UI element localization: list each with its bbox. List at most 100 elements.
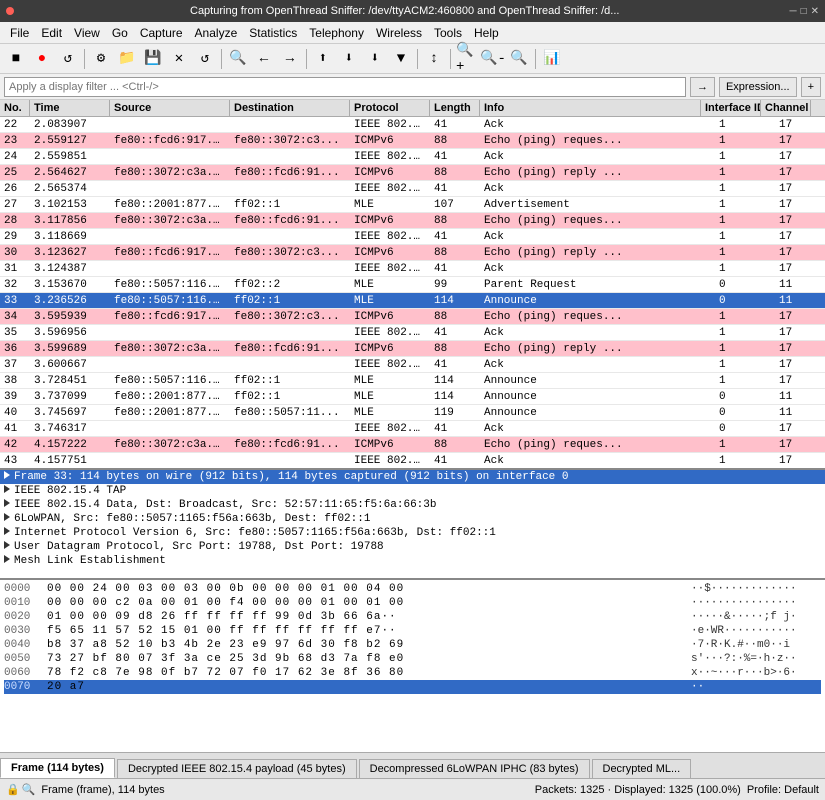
expand-arrow-icon [4, 471, 10, 483]
col-header-info[interactable]: Info [480, 100, 701, 116]
expand-arrow-icon [4, 485, 10, 497]
menu-item-tools[interactable]: Tools [428, 24, 468, 42]
scroll-up-button[interactable]: ⬆ [311, 47, 335, 71]
minimize-button[interactable]: ─ [789, 6, 796, 17]
table-row[interactable]: 383.728451fe80::5057:116...ff02::1MLE114… [0, 373, 825, 389]
packets-count: Packets: 1325 · Displayed: 1325 (100.0%) [535, 784, 741, 796]
zoom-out-button[interactable]: 🔍- [481, 47, 505, 71]
graph-button[interactable]: 📊 [540, 47, 564, 71]
toolbar-sep2 [221, 49, 222, 69]
table-row[interactable]: 303.123627fe80::fcd6:917...fe80::3072:c3… [0, 245, 825, 261]
table-row[interactable]: 323.153670fe80::5057:116...ff02::2MLE99P… [0, 277, 825, 293]
col-header-protocol[interactable]: Protocol [350, 100, 430, 116]
col-header-source[interactable]: Source [110, 100, 230, 116]
hex-row: 006078 f2 c8 7e 98 0f b7 72 07 f0 17 62 … [4, 666, 821, 680]
refresh-button[interactable]: ↺ [193, 47, 217, 71]
table-row[interactable]: 373.600667IEEE 802.15.441Ack117 [0, 357, 825, 373]
maximize-button[interactable]: □ [801, 6, 807, 17]
col-header-time[interactable]: Time [30, 100, 110, 116]
table-row[interactable]: 273.102153fe80::2001:877...ff02::1MLE107… [0, 197, 825, 213]
packet-list: No. Time Source Destination Protocol Len… [0, 100, 825, 470]
hex-row: 007020 a7·· [4, 680, 821, 694]
hex-row: 002001 00 00 09 d8 26 ff ff ff ff 99 0d … [4, 610, 821, 624]
table-row[interactable]: 363.599689fe80::3072:c3a...fe80::fcd6:91… [0, 341, 825, 357]
bottom-tab[interactable]: Decompressed 6LoWPAN IPHC (83 bytes) [359, 759, 590, 778]
table-row[interactable]: 283.117856fe80::3072:c3a...fe80::fcd6:91… [0, 213, 825, 229]
bottom-tab[interactable]: Decrypted ML... [592, 759, 692, 778]
reload-button[interactable]: ↺ [56, 47, 80, 71]
detail-row[interactable]: 6LoWPAN, Src: fe80::5057:1165:f56a:663b,… [0, 512, 825, 526]
forward-button[interactable]: → [278, 47, 302, 71]
menu-item-analyze[interactable]: Analyze [189, 24, 244, 42]
menu-item-help[interactable]: Help [468, 24, 505, 42]
filter-input[interactable] [4, 77, 686, 97]
colorize-button[interactable]: ▼ [389, 47, 413, 71]
zoom-in-button[interactable]: 🔍+ [455, 47, 479, 71]
hex-dump: 000000 00 24 00 03 00 03 00 0b 00 00 00 … [0, 580, 825, 752]
table-row[interactable]: 393.737099fe80::2001:877...ff02::1MLE114… [0, 389, 825, 405]
col-header-channel[interactable]: Channel [761, 100, 811, 116]
detail-row[interactable]: User Datagram Protocol, Src Port: 19788,… [0, 540, 825, 554]
col-header-no[interactable]: No. [0, 100, 30, 116]
detail-row[interactable]: Frame 33: 114 bytes on wire (912 bits), … [0, 470, 825, 484]
save-button[interactable]: 💾 [141, 47, 165, 71]
bottom-tab[interactable]: Frame (114 bytes) [0, 758, 115, 778]
table-row[interactable]: 222.083907IEEE 802.15.441Ack117 [0, 117, 825, 133]
frame-info: Frame (frame), 114 bytes [41, 784, 528, 796]
menu-item-file[interactable]: File [4, 24, 35, 42]
settings-button[interactable]: ⚙ [89, 47, 113, 71]
menu-item-telephony[interactable]: Telephony [303, 24, 370, 42]
zoom-reset-button[interactable]: 🔍 [507, 47, 531, 71]
detail-row[interactable]: IEEE 802.15.4 TAP [0, 484, 825, 498]
table-row[interactable]: 232.559127fe80::fcd6:917...fe80::3072:c3… [0, 133, 825, 149]
close-button[interactable]: ✕ [811, 6, 819, 17]
detail-row[interactable]: IEEE 802.15.4 Data, Dst: Broadcast, Src:… [0, 498, 825, 512]
filter-arrow-button[interactable]: → [690, 77, 715, 97]
table-row[interactable]: 313.124387IEEE 802.15.441Ack117 [0, 261, 825, 277]
expand-arrow-icon [4, 527, 10, 539]
col-header-interface[interactable]: Interface ID [701, 100, 761, 116]
packet-list-scroll[interactable]: 222.083907IEEE 802.15.441Ack117232.55912… [0, 117, 825, 468]
menu-item-edit[interactable]: Edit [35, 24, 68, 42]
table-row[interactable]: 333.236526fe80::5057:116...ff02::1MLE114… [0, 293, 825, 309]
expand-arrow-icon [4, 555, 10, 567]
packet-details: Frame 33: 114 bytes on wire (912 bits), … [0, 470, 825, 580]
table-row[interactable]: 343.595939fe80::fcd6:917...fe80::3072:c3… [0, 309, 825, 325]
table-row[interactable]: 242.559851IEEE 802.15.441Ack117 [0, 149, 825, 165]
zoom-fit-button[interactable]: ↕ [422, 47, 446, 71]
record-button[interactable]: ● [30, 47, 54, 71]
find-button[interactable]: 🔍 [226, 47, 250, 71]
stop-button[interactable]: ■ [4, 47, 28, 71]
profile-info: Profile: Default [747, 784, 819, 796]
table-row[interactable]: 424.157222fe80::3072:c3a...fe80::fcd6:91… [0, 437, 825, 453]
menu-item-wireless[interactable]: Wireless [370, 24, 428, 42]
hex-row: 000000 00 24 00 03 00 03 00 0b 00 00 00 … [4, 582, 821, 596]
table-row[interactable]: 293.118669IEEE 802.15.441Ack117 [0, 229, 825, 245]
bottom-tab[interactable]: Decrypted IEEE 802.15.4 payload (45 byte… [117, 759, 357, 778]
menu-item-view[interactable]: View [68, 24, 106, 42]
table-row[interactable]: 413.746317IEEE 802.15.441Ack017 [0, 421, 825, 437]
col-header-length[interactable]: Length [430, 100, 480, 116]
menu-item-statistics[interactable]: Statistics [243, 24, 303, 42]
autoscroll-button[interactable]: ⬇ [363, 47, 387, 71]
table-row[interactable]: 353.596956IEEE 802.15.441Ack117 [0, 325, 825, 341]
table-row[interactable]: 403.745697fe80::2001:877...fe80::5057:11… [0, 405, 825, 421]
filter-bar: → Expression... + [0, 74, 825, 100]
table-row[interactable]: 434.157751IEEE 802.15.441Ack117 [0, 453, 825, 468]
open-button[interactable]: 📁 [115, 47, 139, 71]
detail-row[interactable]: Internet Protocol Version 6, Src: fe80::… [0, 526, 825, 540]
status-icons: 🔒 🔍 [6, 783, 35, 796]
table-row[interactable]: 262.565374IEEE 802.15.441Ack117 [0, 181, 825, 197]
menu-item-go[interactable]: Go [106, 24, 134, 42]
expression-button[interactable]: Expression... [719, 77, 797, 97]
menu-item-capture[interactable]: Capture [134, 24, 189, 42]
col-header-destination[interactable]: Destination [230, 100, 350, 116]
add-filter-button[interactable]: + [801, 77, 821, 97]
scroll-down-button[interactable]: ⬇ [337, 47, 361, 71]
hex-row: 0030f5 65 11 57 52 15 01 00 ff ff ff ff … [4, 624, 821, 638]
detail-row[interactable]: Mesh Link Establishment [0, 554, 825, 568]
table-row[interactable]: 252.564627fe80::3072:c3a...fe80::fcd6:91… [0, 165, 825, 181]
back-button[interactable]: ← [252, 47, 276, 71]
hex-row: 0040b8 37 a8 52 10 b3 4b 2e 23 e9 97 6d … [4, 638, 821, 652]
close-file-button[interactable]: ✕ [167, 47, 191, 71]
